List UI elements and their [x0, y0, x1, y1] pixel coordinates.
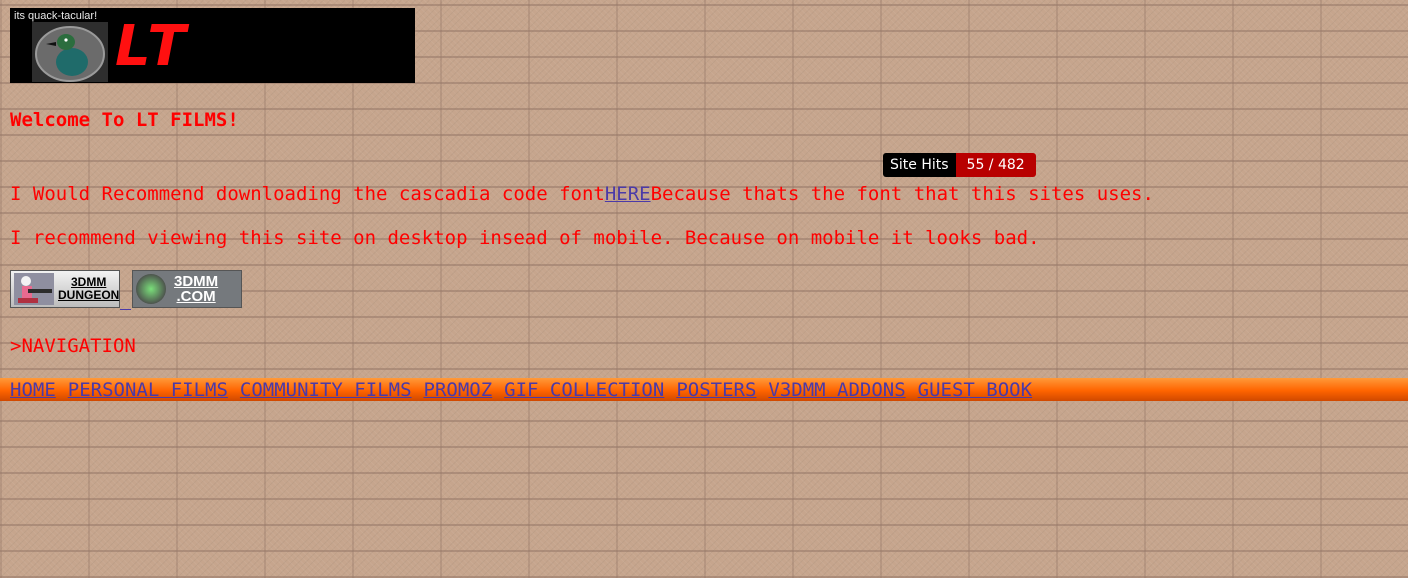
3dmm-button-line2: .COM — [176, 288, 216, 305]
site-hits-value: 55 / 482 — [955, 153, 1036, 177]
navigation-links: HOME PERSONAL FILMS COMMUNITY FILMS PROM… — [10, 378, 1032, 401]
dungeon-figure-icon — [14, 273, 54, 305]
3dmm-dungeon-button[interactable]: 3DMM DUNGEON — [10, 270, 120, 308]
nav-guest-book-link[interactable]: GUEST BOOK — [918, 378, 1032, 401]
desktop-recommendation: I recommend viewing this site on desktop… — [10, 227, 1040, 249]
button-separator-underline — [120, 290, 131, 310]
nav-v3dmm-addons-link[interactable]: V3DMM ADDONS — [768, 378, 905, 401]
dungeon-button-line2: DUNGEON — [58, 288, 120, 302]
site-hits-label: Site Hits — [883, 153, 956, 177]
welcome-heading: Welcome To LT FILMS! — [10, 109, 239, 131]
logo-tagline: its quack-tacular! — [14, 10, 98, 22]
3dmm-button-text: 3DMM .COM — [174, 274, 218, 304]
logo-title: LT FILMS — [115, 14, 330, 83]
3dmm-com-button[interactable]: 3DMM .COM — [132, 270, 242, 308]
font-recommendation: I Would Recommend downloading the cascad… — [10, 182, 1154, 206]
site-logo-banner: its quack-tacular! LT FILMS — [10, 8, 415, 83]
font-recommendation-text: I Would Recommend downloading the cascad… — [10, 183, 605, 205]
nav-home-link[interactable]: HOME — [10, 378, 56, 401]
font-download-link[interactable]: HERE — [605, 183, 651, 205]
site-hits-counter: Site Hits 55 / 482 — [883, 153, 1036, 177]
nav-promoz-link[interactable]: PROMOZ — [424, 378, 493, 401]
dungeon-button-line1: 3DMM — [71, 275, 107, 289]
nav-community-films-link[interactable]: COMMUNITY FILMS — [240, 378, 412, 401]
nav-gif-collection-link[interactable]: GIF COLLECTION — [504, 378, 664, 401]
font-recommendation-suffix: Because thats the font that this sites u… — [650, 183, 1154, 205]
duck-icon — [32, 22, 108, 82]
dungeon-button-text: 3DMM DUNGEON — [58, 276, 119, 302]
nav-personal-films-link[interactable]: PERSONAL FILMS — [68, 378, 228, 401]
navigation-heading: >NAVIGATION — [10, 335, 136, 357]
nav-posters-link[interactable]: POSTERS — [676, 378, 756, 401]
burst-icon — [136, 274, 166, 304]
